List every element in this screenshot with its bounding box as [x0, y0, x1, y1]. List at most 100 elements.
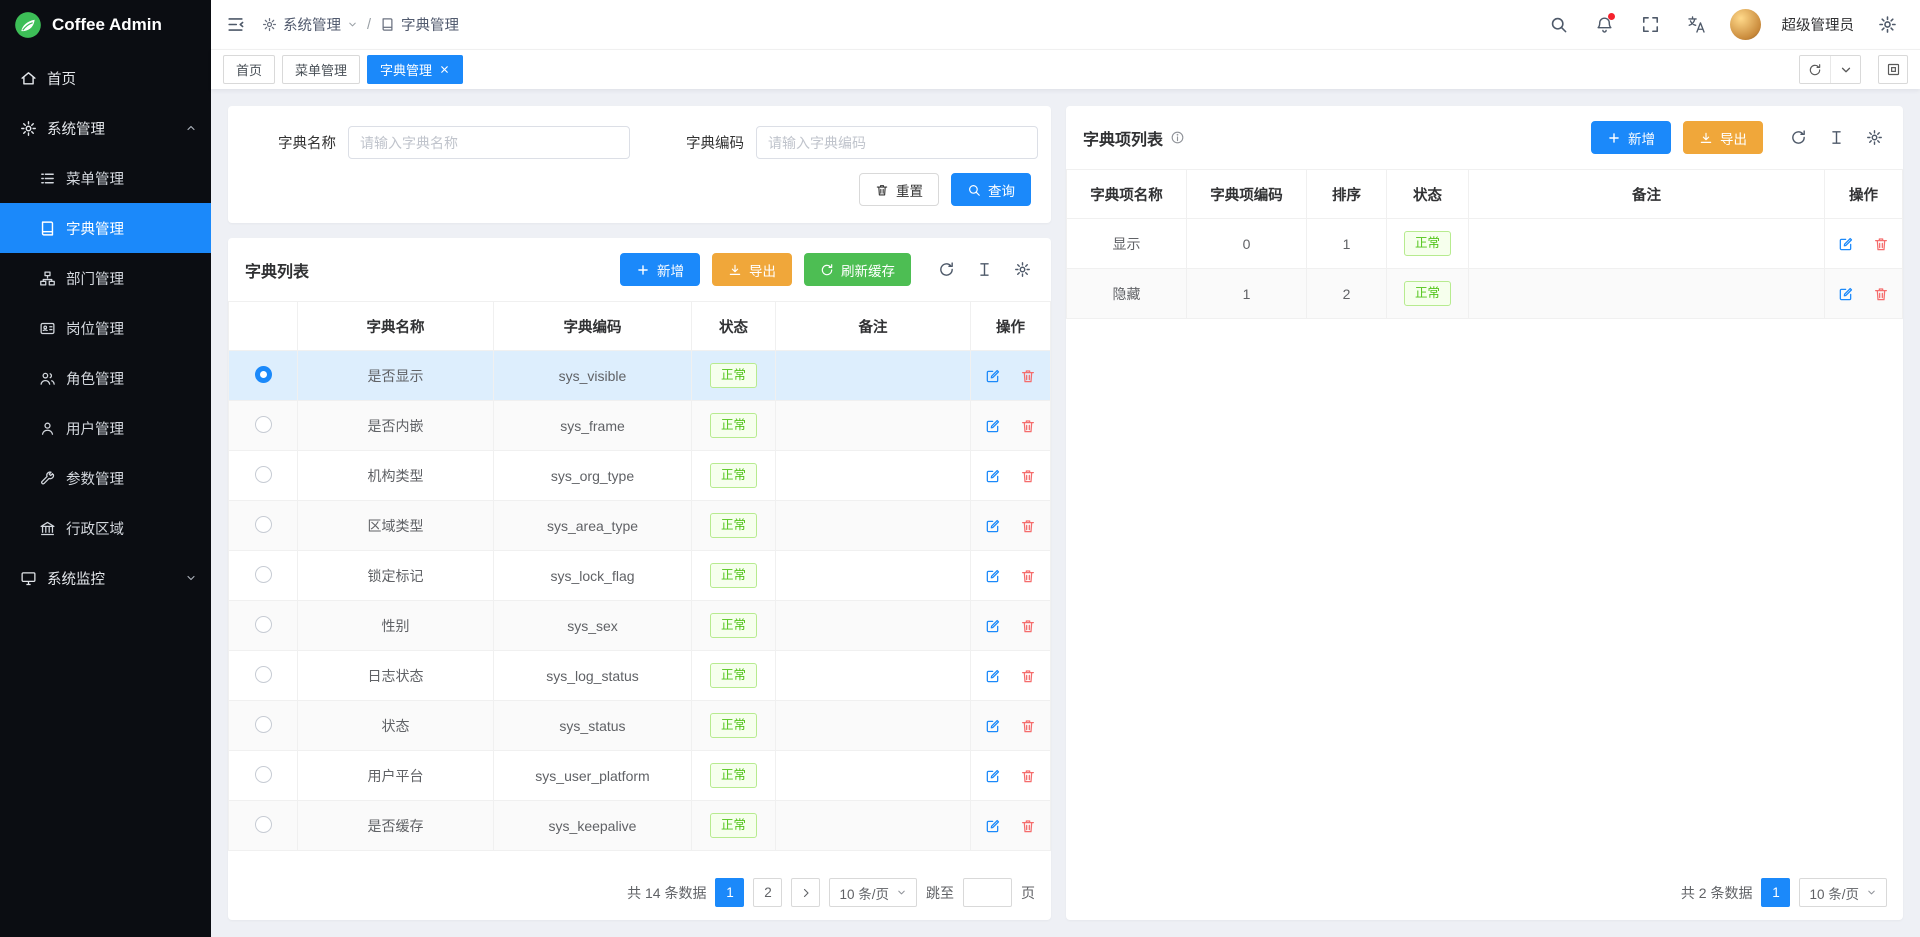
refresh-tab-button[interactable] [1800, 56, 1830, 83]
row-radio[interactable] [255, 416, 272, 433]
delete-button[interactable] [1017, 665, 1039, 687]
breadcrumb-item-dict[interactable]: 字典管理 [380, 14, 459, 35]
breadcrumb-item-system[interactable]: 系统管理 [262, 14, 358, 35]
sidebar-item-home[interactable]: 首页 [0, 53, 211, 103]
tab-menu-mgmt[interactable]: 菜单管理 [282, 55, 360, 84]
edit-button[interactable] [982, 615, 1004, 637]
next-page-button[interactable] [791, 878, 820, 907]
row-radio[interactable] [255, 566, 272, 583]
delete-button[interactable] [1017, 715, 1039, 737]
delete-button[interactable] [1017, 365, 1039, 387]
row-radio[interactable] [255, 666, 272, 683]
delete-button[interactable] [1870, 283, 1892, 305]
edit-button[interactable] [982, 515, 1004, 537]
table-row[interactable]: 是否内嵌 sys_frame 正常 [229, 401, 1051, 451]
username[interactable]: 超级管理员 [1782, 14, 1855, 35]
row-radio[interactable] [255, 616, 272, 633]
row-density-button[interactable] [973, 258, 996, 281]
tab-options-button[interactable] [1830, 56, 1860, 83]
table-row[interactable]: 日志状态 sys_log_status 正常 [229, 651, 1051, 701]
edit-button[interactable] [982, 815, 1004, 837]
edit-button[interactable] [982, 665, 1004, 687]
table-row[interactable]: 隐藏 1 2 正常 [1067, 269, 1903, 319]
close-icon[interactable] [439, 64, 450, 75]
dict-name-input[interactable] [348, 126, 630, 159]
sidebar-item-dict-mgmt[interactable]: 字典管理 [0, 203, 211, 253]
sidebar-item-user-mgmt[interactable]: 用户管理 [0, 403, 211, 453]
table-row[interactable]: 显示 0 1 正常 [1067, 219, 1903, 269]
table-row[interactable]: 锁定标记 sys_lock_flag 正常 [229, 551, 1051, 601]
notifications-button[interactable] [1592, 12, 1617, 37]
edit-button[interactable] [982, 415, 1004, 437]
sidebar-item-menu-mgmt[interactable]: 菜单管理 [0, 153, 211, 203]
reset-button[interactable]: 重置 [859, 173, 939, 206]
page-button-1[interactable]: 1 [1761, 878, 1790, 907]
delete-button[interactable] [1870, 233, 1892, 255]
page-size-select[interactable]: 10 条/页 [829, 878, 917, 907]
edit-button[interactable] [982, 365, 1004, 387]
edit-button[interactable] [1835, 283, 1857, 305]
row-radio[interactable] [255, 466, 272, 483]
row-radio[interactable] [255, 716, 272, 733]
delete-button[interactable] [1017, 465, 1039, 487]
delete-button[interactable] [1017, 565, 1039, 587]
settings-button[interactable] [1875, 12, 1900, 37]
edit-button[interactable] [982, 465, 1004, 487]
row-density-button[interactable] [1825, 126, 1848, 149]
dict-code-input[interactable] [756, 126, 1038, 159]
sidebar-item-dept-mgmt[interactable]: 部门管理 [0, 253, 211, 303]
export-dict-button[interactable]: 导出 [712, 253, 792, 286]
tab-dict-mgmt[interactable]: 字典管理 [367, 55, 463, 84]
table-row[interactable]: 性别 sys_sex 正常 [229, 601, 1051, 651]
edit-button[interactable] [1835, 233, 1857, 255]
table-row[interactable]: 状态 sys_status 正常 [229, 701, 1051, 751]
table-row[interactable]: 是否缓存 sys_keepalive 正常 [229, 801, 1051, 851]
column-settings-button[interactable] [1863, 126, 1886, 149]
sidebar-item-post-mgmt[interactable]: 岗位管理 [0, 303, 211, 353]
refresh-table-button[interactable] [1787, 126, 1810, 149]
refresh-table-button[interactable] [935, 258, 958, 281]
add-item-button[interactable]: 新增 [1591, 121, 1671, 154]
page-size-select[interactable]: 10 条/页 [1799, 878, 1887, 907]
sidebar-item-role-mgmt[interactable]: 角色管理 [0, 353, 211, 403]
edit-button[interactable] [982, 765, 1004, 787]
collapse-menu-button[interactable] [223, 12, 248, 37]
table-row[interactable]: 是否显示 sys_visible 正常 [229, 351, 1051, 401]
column-settings-button[interactable] [1011, 258, 1034, 281]
delete-button[interactable] [1017, 815, 1039, 837]
fullscreen-button[interactable] [1638, 12, 1663, 37]
sidebar-item-system[interactable]: 系统管理 [0, 103, 211, 153]
delete-button[interactable] [1017, 415, 1039, 437]
delete-button[interactable] [1017, 615, 1039, 637]
sidebar-item-param-mgmt[interactable]: 参数管理 [0, 453, 211, 503]
edit-button[interactable] [982, 565, 1004, 587]
row-radio[interactable] [255, 366, 272, 383]
page-button-2[interactable]: 2 [753, 878, 782, 907]
language-button[interactable] [1684, 12, 1709, 37]
refresh-cache-button[interactable]: 刷新缓存 [804, 253, 911, 286]
edit-button[interactable] [982, 715, 1004, 737]
table-row[interactable]: 区域类型 sys_area_type 正常 [229, 501, 1051, 551]
page-button-1[interactable]: 1 [715, 878, 744, 907]
sidebar-item-label: 系统管理 [47, 118, 175, 139]
row-radio[interactable] [255, 766, 272, 783]
add-dict-button[interactable]: 新增 [620, 253, 700, 286]
avatar[interactable] [1730, 9, 1761, 40]
tab-home[interactable]: 首页 [223, 55, 275, 84]
search-button[interactable] [1546, 12, 1571, 37]
delete-button[interactable] [1017, 765, 1039, 787]
logo[interactable]: Coffee Admin [0, 0, 211, 49]
table-row[interactable]: 用户平台 sys_user_platform 正常 [229, 751, 1051, 801]
sidebar-item-region-mgmt[interactable]: 行政区域 [0, 503, 211, 553]
page-jump-input[interactable] [963, 878, 1012, 907]
query-button[interactable]: 查询 [951, 173, 1031, 206]
row-radio[interactable] [255, 816, 272, 833]
row-radio[interactable] [255, 516, 272, 533]
export-item-button[interactable]: 导出 [1683, 121, 1763, 154]
table-row[interactable]: 机构类型 sys_org_type 正常 [229, 451, 1051, 501]
gear-icon [1014, 261, 1031, 278]
sidebar-item-monitor[interactable]: 系统监控 [0, 553, 211, 603]
info-icon[interactable] [1170, 130, 1185, 145]
content-fullscreen-button[interactable] [1878, 55, 1908, 84]
delete-button[interactable] [1017, 515, 1039, 537]
